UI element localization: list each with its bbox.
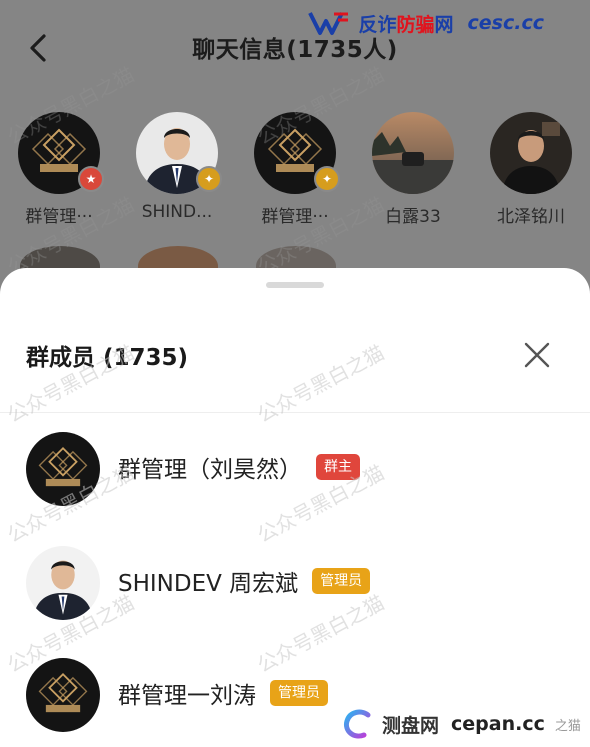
footer-brand-tail: 之猫 (554, 718, 581, 734)
brand-mark-icon (308, 12, 349, 35)
member-name: SHIND... (141, 202, 213, 222)
footer-brand-name: 测盘网 (382, 714, 440, 737)
member-row[interactable]: SHINDEV 周宏斌 管理员 (0, 538, 590, 628)
brand-name-highlight: 防骗 (396, 13, 435, 36)
member-name: 北泽铭川 (497, 207, 565, 227)
diamond-logo-icon (26, 658, 100, 732)
member-name: SHINDEV 周宏斌 (118, 571, 299, 597)
member-grid-item[interactable]: 白露33 (358, 112, 468, 227)
sheet-title: 群成员 (1735) (26, 345, 189, 371)
member-grid-item[interactable]: ✦ 群管理··· (240, 112, 350, 227)
admin-tag: 管理员 (312, 568, 371, 594)
member-name: 群管理··· (261, 207, 329, 227)
owner-tag: 群主 (316, 454, 360, 480)
brand-logo: 反诈防骗网 cesc.cc (308, 8, 544, 38)
back-button[interactable] (20, 28, 60, 68)
close-icon (524, 342, 550, 368)
member-grid-item[interactable]: ★ 群管理··· (4, 112, 114, 227)
avatar (490, 112, 572, 194)
person-photo-icon (26, 546, 100, 620)
brand-domain: cesc.cc (467, 12, 544, 34)
member-row[interactable]: 群管理（刘昊然） 群主 (0, 424, 590, 514)
member-name: 群管理（刘昊然） (118, 457, 302, 483)
admin-badge-icon: ✦ (314, 166, 340, 192)
admin-badge-icon: ✦ (196, 166, 222, 192)
avatar (26, 432, 100, 506)
star-icon: ★ (78, 166, 104, 192)
portrait-photo-icon (490, 112, 572, 194)
street-photo-icon (372, 112, 454, 194)
member-name: 群管理一刘涛 (118, 683, 256, 709)
brand-name-suffix: 网 (434, 13, 454, 36)
member-name: 群管理··· (25, 207, 93, 227)
brand-name-prefix: 反诈 (358, 13, 397, 36)
close-button[interactable] (520, 338, 554, 372)
admin-tag: 管理员 (270, 680, 328, 706)
avatar (26, 546, 100, 620)
member-grid-item[interactable]: 北泽铭川 (476, 112, 586, 227)
footer-brand-domain: cepan.cc (451, 713, 545, 735)
watermark-text: 公众号黑白之猫 (253, 340, 389, 428)
avatar (26, 658, 100, 732)
footer-brand-logo: 测盘网 cepan.cc 之猫 (342, 708, 581, 740)
member-name: 白露33 (385, 207, 441, 227)
divider (0, 412, 590, 413)
brand-c-icon (343, 709, 371, 739)
avatar (372, 112, 454, 194)
chevron-left-icon (30, 34, 46, 62)
chat-info-page: 聊天信息(1735人) 反诈防骗网 cesc.cc ★ 群管理··· ✦ SHI… (0, 0, 590, 300)
member-grid-item[interactable]: ✦ SHIND... (122, 112, 232, 222)
sheet-drag-handle[interactable] (266, 282, 324, 288)
diamond-logo-icon (26, 432, 100, 506)
members-bottom-sheet: 群成员 (1735) 群管理（刘昊然） 群主 SHINDEV 周宏斌 管理员 群… (0, 268, 590, 747)
